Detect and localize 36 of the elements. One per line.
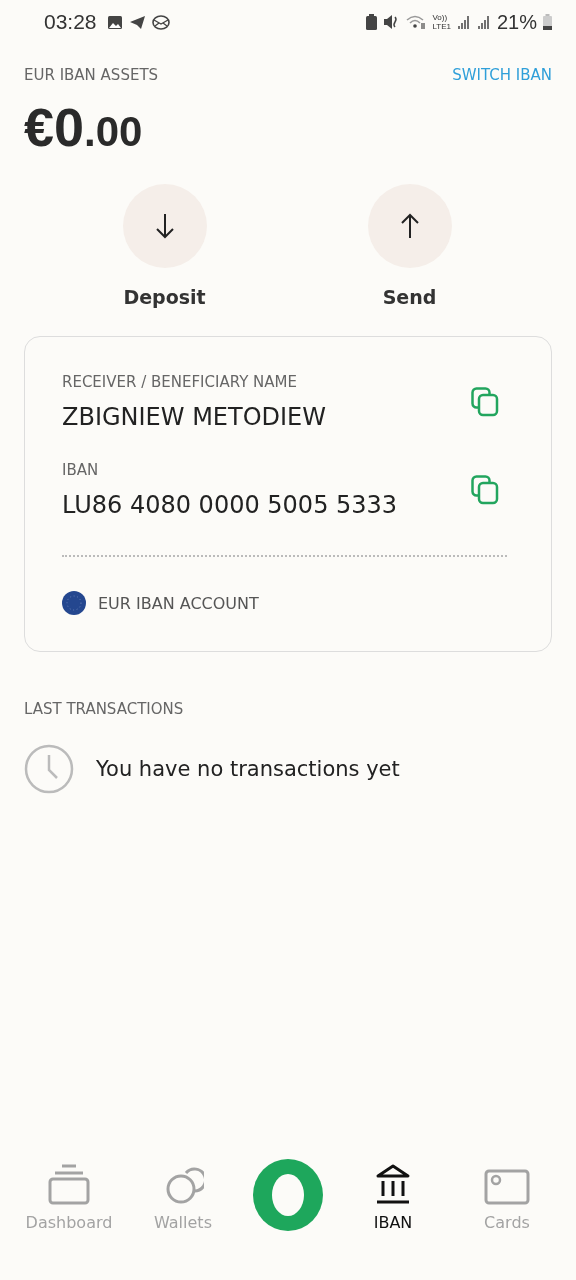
battery-saver-icon [366, 14, 378, 30]
section-title: EUR IBAN ASSETS [24, 66, 159, 84]
arrow-down-icon [154, 213, 175, 239]
field-value: ZBIGNIEW METODIEW [62, 403, 326, 431]
field-label: IBAN [62, 461, 100, 479]
balance-amount: €0.00 [23, 96, 144, 158]
nav-tab[interactable]: IBAN [348, 1158, 438, 1232]
switch-iban-link[interactable]: SWITCH IBAN [452, 66, 552, 84]
field-value: LU86 4080 0000 5005 5333 [62, 491, 398, 519]
copy-icon[interactable] [471, 387, 499, 417]
logo-button[interactable] [252, 1158, 324, 1232]
signal-icon [456, 15, 471, 29]
section-title: LAST TRANSACTIONS [23, 699, 185, 718]
clock: 03:28 [44, 10, 97, 34]
empty-message: You have no transactions yet [96, 757, 400, 781]
network-label: LTE1 [432, 22, 451, 31]
copy-icon[interactable] [471, 475, 499, 505]
battery-level: 21% [496, 10, 537, 34]
arrow-up-icon [399, 213, 420, 239]
eu-flag-icon [62, 591, 86, 615]
stack-icon [47, 1162, 91, 1205]
paper-plane-icon [128, 14, 146, 30]
envelope-icon [151, 14, 170, 30]
wifi-icon [406, 14, 427, 30]
account-type: EUR IBAN ACCOUNT [98, 593, 259, 613]
bank-icon [375, 1162, 411, 1205]
battery-icon [543, 14, 552, 30]
field-label: RECEIVER / BENEFICIARY NAME [62, 373, 298, 391]
nav-tab[interactable]: Dashboard [24, 1158, 114, 1232]
clock-icon [24, 744, 74, 794]
nav-tab[interactable]: Wallets [138, 1158, 228, 1232]
signal-icon [476, 15, 491, 29]
nav-tab[interactable]: Cards [462, 1158, 552, 1232]
image-icon [106, 14, 123, 30]
volte-label: Vo)) [432, 13, 449, 22]
card-icon [484, 1168, 530, 1205]
